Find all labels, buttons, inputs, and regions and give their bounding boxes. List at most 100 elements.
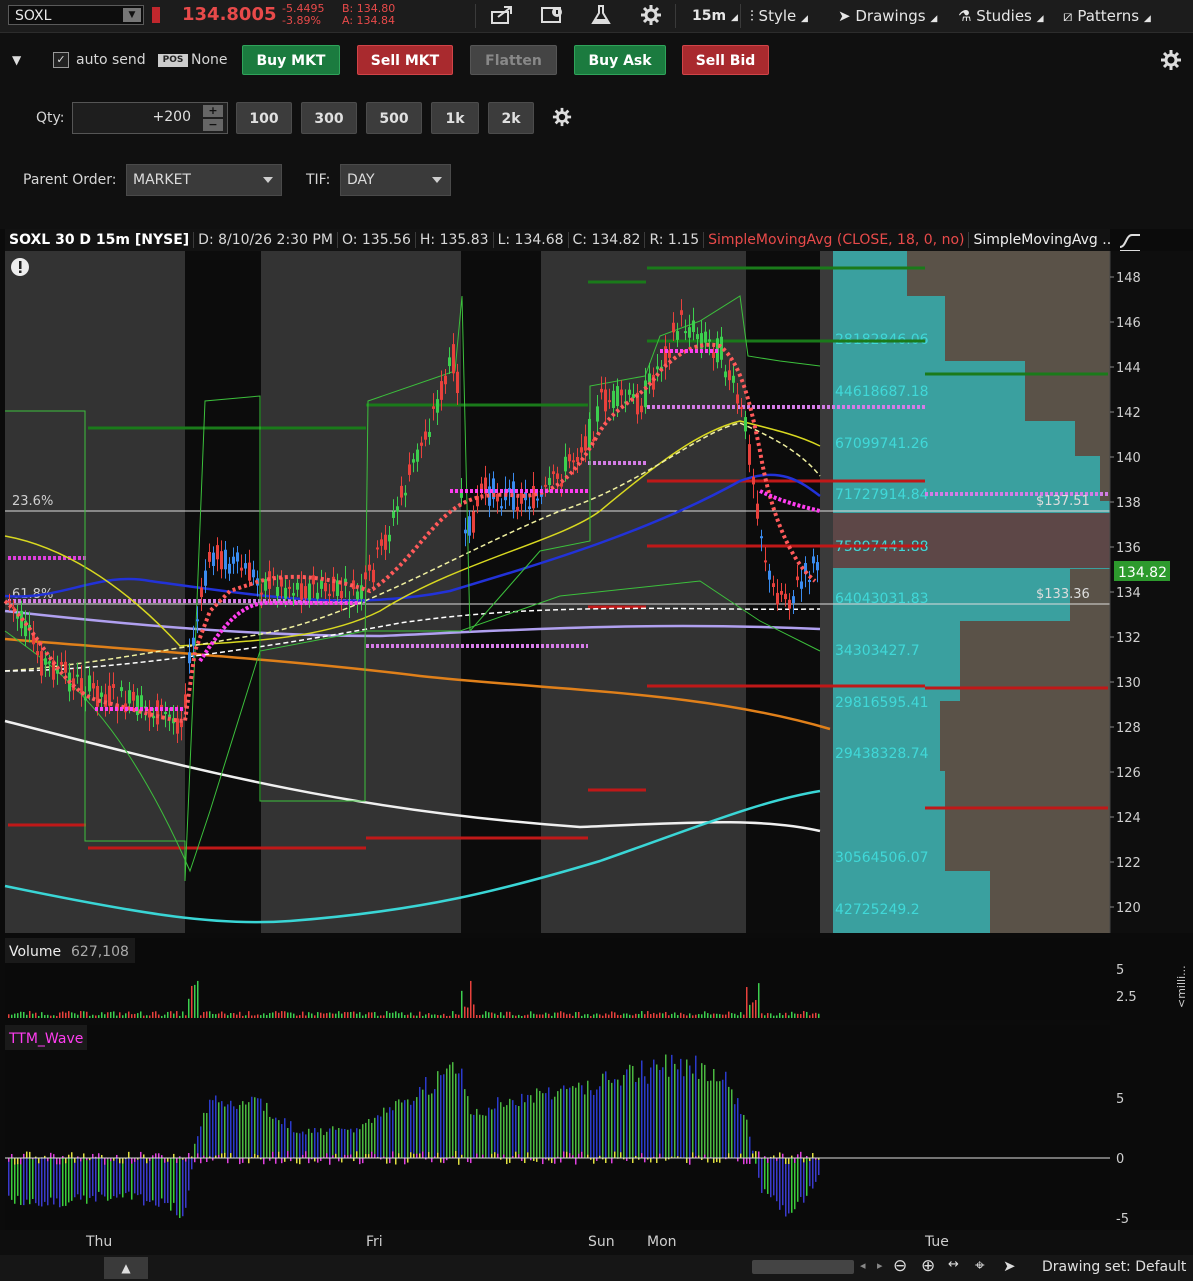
link-flag-icon[interactable] [152, 7, 160, 23]
scroll-left-icon[interactable]: ◂ [860, 1259, 866, 1272]
ttm-bar [764, 1158, 766, 1190]
candle-style-icon: ⫶ [750, 7, 754, 25]
volume-bar [368, 1012, 370, 1018]
expand-panel-icon[interactable]: ▲ [104, 1257, 148, 1279]
time-scrollbar[interactable] [752, 1260, 854, 1274]
panel-settings-gear-icon[interactable] [1160, 49, 1182, 75]
qty-field[interactable]: +200 + − [72, 102, 228, 134]
candle-body [292, 593, 295, 596]
qty-preset-300[interactable]: 300 [301, 102, 357, 134]
pointer-icon[interactable]: ➤ [1003, 1257, 1016, 1275]
scroll-right-icon[interactable]: ▸ [877, 1259, 883, 1272]
candle-body [600, 388, 603, 393]
zoom-in-icon[interactable]: ⊕ [921, 1256, 935, 1276]
ttm-squeeze-bar [173, 1153, 175, 1158]
buy-mkt-button[interactable]: Buy MKT [242, 45, 340, 75]
volume-bar [176, 1011, 178, 1018]
qty-increment-button[interactable]: + [203, 105, 223, 117]
tif-select[interactable]: DAY [340, 164, 451, 196]
ttm-bar [26, 1158, 28, 1200]
volume-bar [599, 1014, 601, 1018]
volume-bar [788, 1015, 790, 1018]
flatten-button[interactable]: Flatten [470, 45, 557, 75]
patterns-button[interactable]: ⧄ Patterns ◢ [1063, 4, 1151, 28]
buy-ask-button[interactable]: Buy Ask [574, 45, 666, 75]
settings-gear-icon[interactable] [640, 4, 662, 28]
ttm-bar [563, 1085, 565, 1158]
volume-bar [542, 1014, 544, 1018]
header-study-sma[interactable]: SimpleMovingAvg ... [969, 232, 1110, 248]
style-button[interactable]: ⫶ Style ◢ [750, 4, 808, 28]
parent-order-select[interactable]: MARKET [126, 164, 282, 196]
candle-body [216, 545, 219, 560]
candle-body [456, 371, 459, 394]
symbol-dropdown-icon[interactable]: ▼ [123, 8, 141, 22]
qty-decrement-button[interactable]: − [203, 119, 223, 131]
price-chart[interactable]: 28182846.06 44618687.18 67099741.26 7172… [0, 251, 1193, 933]
volume-bar [398, 1013, 400, 1018]
candle-body [764, 560, 767, 563]
qty-preset-500[interactable]: 500 [366, 102, 422, 134]
volume-bar [200, 1015, 202, 1018]
candle-body [792, 596, 795, 604]
qty-preset-1k[interactable]: 1k [431, 102, 479, 134]
vp-label: 34303427.7 [835, 643, 920, 659]
ttm-bar [812, 1158, 814, 1189]
ttm-bar [344, 1128, 346, 1158]
patterns-label: Patterns [1077, 7, 1140, 25]
volume-bar [524, 1015, 526, 1018]
volume-pane[interactable]: Volume 627,108 5 2.5 <milli... [0, 938, 1193, 1020]
ttm-squeeze-bar [14, 1158, 16, 1165]
auto-send-checkbox[interactable]: ✓ [53, 52, 69, 68]
drawings-button[interactable]: ➤ Drawings ◢ [838, 4, 937, 28]
ttm-bar [539, 1090, 541, 1158]
ttm-squeeze-bar [746, 1158, 748, 1164]
volume-bar [332, 1013, 334, 1018]
ttm-bar [383, 1107, 385, 1158]
volume-bar [32, 1013, 34, 1018]
ttm-bar [71, 1158, 73, 1201]
ttm-wave-pane[interactable]: TTM_Wave 5 0 -5 [0, 1025, 1193, 1230]
pan-arrows-icon[interactable]: ↔ [948, 1257, 959, 1272]
candle-body [676, 331, 679, 340]
ttm-axis-label: 5 [1116, 1092, 1124, 1107]
price-axis-label: 148 [1116, 271, 1141, 286]
ttm-bar [518, 1106, 520, 1158]
crosshair-icon[interactable]: ⌖ [975, 1256, 985, 1276]
symbol-input[interactable]: SOXL ▼ [8, 5, 144, 25]
timeframe-button[interactable]: 15m ◢ [692, 4, 738, 28]
volume-bar [812, 1013, 814, 1018]
chart-info-icon[interactable] [540, 4, 566, 28]
zoom-out-icon[interactable]: ⊖ [893, 1256, 907, 1276]
ttm-squeeze-bar [242, 1158, 244, 1163]
collapse-chevron-icon[interactable]: ▼ [12, 53, 21, 67]
volume-bar [635, 1013, 637, 1018]
qty-preset-2k[interactable]: 2k [488, 102, 534, 134]
ttm-bar [512, 1100, 514, 1158]
candle-body [340, 590, 343, 599]
candle-body [188, 652, 191, 664]
ttm-bar [581, 1085, 583, 1158]
volume-bar [293, 1013, 295, 1018]
header-study-sma18[interactable]: SimpleMovingAvg (CLOSE, 18, 0, no) [704, 232, 970, 248]
time-axis[interactable]: Thu Fri Sun Mon Tue [0, 1230, 1193, 1255]
sell-mkt-button[interactable]: Sell MKT [357, 45, 453, 75]
volume-bar [539, 1014, 541, 1018]
sell-bid-button[interactable]: Sell Bid [682, 45, 769, 75]
ttm-bar [185, 1158, 187, 1208]
qty-settings-gear-icon[interactable] [552, 107, 572, 131]
ttm-axis-label: 0 [1116, 1152, 1124, 1167]
alert-icon[interactable] [11, 258, 29, 276]
volume-bar [434, 1014, 436, 1018]
drawing-set-label[interactable]: Drawing set: Default [1042, 1259, 1186, 1275]
qty-preset-100[interactable]: 100 [236, 102, 292, 134]
chart-title[interactable]: SOXL 30 D 15m [NYSE] [5, 232, 195, 248]
volume-bar [74, 1013, 76, 1018]
volume-bar [191, 985, 193, 1018]
volume-bar [107, 1012, 109, 1018]
volume-bar [512, 1015, 514, 1018]
share-icon[interactable] [490, 4, 514, 28]
studies-button[interactable]: ⚗ Studies ◢ [958, 4, 1044, 28]
candle-body [420, 442, 423, 446]
flask-icon[interactable] [590, 4, 612, 28]
